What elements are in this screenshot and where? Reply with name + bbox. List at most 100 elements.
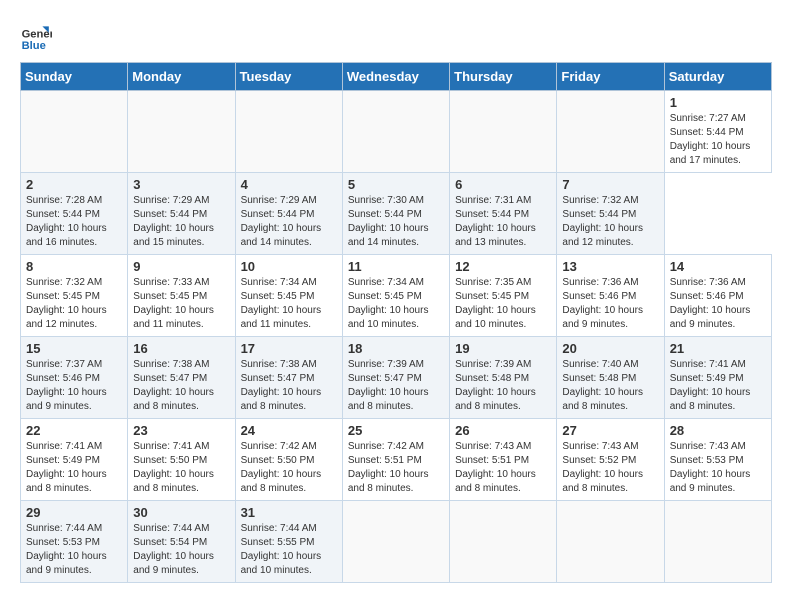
calendar-cell: 11 Sunrise: 7:34 AMSunset: 5:45 PMDayligh… xyxy=(342,255,449,337)
calendar-cell: 30 Sunrise: 7:44 AMSunset: 5:54 PMDayligh… xyxy=(128,501,235,583)
day-header-sunday: Sunday xyxy=(21,63,128,91)
day-number: 25 xyxy=(348,423,444,438)
day-info: Sunrise: 7:44 AMSunset: 5:54 PMDaylight:… xyxy=(133,523,214,576)
day-info: Sunrise: 7:42 AMSunset: 5:51 PMDaylight:… xyxy=(348,441,429,494)
calendar-cell: 1Sunrise: 7:27 AMSunset: 5:44 PMDaylight… xyxy=(664,91,771,173)
day-info: Sunrise: 7:29 AMSunset: 5:44 PMDaylight:… xyxy=(241,195,322,248)
day-number: 12 xyxy=(455,259,551,274)
calendar-cell: 23 Sunrise: 7:41 AMSunset: 5:50 PMDayligh… xyxy=(128,419,235,501)
calendar-cell xyxy=(664,501,771,583)
calendar-cell: 20 Sunrise: 7:40 AMSunset: 5:48 PMDayligh… xyxy=(557,337,664,419)
day-number: 15 xyxy=(26,341,122,356)
calendar-cell: 12 Sunrise: 7:35 AMSunset: 5:45 PMDayligh… xyxy=(450,255,557,337)
day-number: 8 xyxy=(26,259,122,274)
calendar-cell: 28 Sunrise: 7:43 AMSunset: 5:53 PMDayligh… xyxy=(664,419,771,501)
day-info: Sunrise: 7:28 AMSunset: 5:44 PMDaylight:… xyxy=(26,195,107,248)
calendar-cell: 22 Sunrise: 7:41 AMSunset: 5:49 PMDayligh… xyxy=(21,419,128,501)
calendar-cell xyxy=(557,501,664,583)
calendar-cell: 25 Sunrise: 7:42 AMSunset: 5:51 PMDayligh… xyxy=(342,419,449,501)
day-info: Sunrise: 7:36 AMSunset: 5:46 PMDaylight:… xyxy=(670,277,751,330)
calendar-cell: 18 Sunrise: 7:39 AMSunset: 5:47 PMDayligh… xyxy=(342,337,449,419)
day-info: Sunrise: 7:36 AMSunset: 5:46 PMDaylight:… xyxy=(562,277,643,330)
calendar-cell: 16Sunrise: 7:38 AMSunset: 5:47 PMDayligh… xyxy=(128,337,235,419)
day-info: Sunrise: 7:40 AMSunset: 5:48 PMDaylight:… xyxy=(562,359,643,412)
day-header-saturday: Saturday xyxy=(664,63,771,91)
day-number: 31 xyxy=(241,505,337,520)
calendar-cell xyxy=(342,91,449,173)
day-number: 4 xyxy=(241,177,337,192)
day-number: 2 xyxy=(26,177,122,192)
day-info: Sunrise: 7:39 AMSunset: 5:47 PMDaylight:… xyxy=(348,359,429,412)
day-number: 27 xyxy=(562,423,658,438)
logo: General Blue xyxy=(20,20,56,52)
day-info: Sunrise: 7:41 AMSunset: 5:49 PMDaylight:… xyxy=(26,441,107,494)
week-row-3: 8 Sunrise: 7:32 AMSunset: 5:45 PMDaylight… xyxy=(21,255,772,337)
calendar-cell: 24Sunrise: 7:42 AMSunset: 5:50 PMDayligh… xyxy=(235,419,342,501)
day-number: 10 xyxy=(241,259,337,274)
calendar-cell: 21 Sunrise: 7:41 AMSunset: 5:49 PMDayligh… xyxy=(664,337,771,419)
day-info: Sunrise: 7:32 AMSunset: 5:44 PMDaylight:… xyxy=(562,195,643,248)
day-number: 29 xyxy=(26,505,122,520)
day-header-thursday: Thursday xyxy=(450,63,557,91)
calendar-cell: 5Sunrise: 7:30 AMSunset: 5:44 PMDaylight… xyxy=(342,173,449,255)
svg-text:Blue: Blue xyxy=(22,40,46,52)
day-number: 22 xyxy=(26,423,122,438)
day-header-tuesday: Tuesday xyxy=(235,63,342,91)
day-info: Sunrise: 7:29 AMSunset: 5:44 PMDaylight:… xyxy=(133,195,214,248)
week-row-1: 1Sunrise: 7:27 AMSunset: 5:44 PMDaylight… xyxy=(21,91,772,173)
calendar-cell: 6Sunrise: 7:31 AMSunset: 5:44 PMDaylight… xyxy=(450,173,557,255)
calendar-cell xyxy=(21,91,128,173)
calendar-cell: 27 Sunrise: 7:43 AMSunset: 5:52 PMDayligh… xyxy=(557,419,664,501)
day-number: 11 xyxy=(348,259,444,274)
day-info: Sunrise: 7:43 AMSunset: 5:51 PMDaylight:… xyxy=(455,441,536,494)
calendar-cell: 13 Sunrise: 7:36 AMSunset: 5:46 PMDayligh… xyxy=(557,255,664,337)
calendar-cell: 4 Sunrise: 7:29 AMSunset: 5:44 PMDaylight… xyxy=(235,173,342,255)
day-number: 21 xyxy=(670,341,766,356)
day-number: 13 xyxy=(562,259,658,274)
day-info: Sunrise: 7:44 AMSunset: 5:53 PMDaylight:… xyxy=(26,523,107,576)
day-info: Sunrise: 7:27 AMSunset: 5:44 PMDaylight:… xyxy=(670,113,751,166)
day-info: Sunrise: 7:41 AMSunset: 5:50 PMDaylight:… xyxy=(133,441,214,494)
day-header-wednesday: Wednesday xyxy=(342,63,449,91)
calendar-cell xyxy=(557,91,664,173)
day-info: Sunrise: 7:33 AMSunset: 5:45 PMDaylight:… xyxy=(133,277,214,330)
day-info: Sunrise: 7:41 AMSunset: 5:49 PMDaylight:… xyxy=(670,359,751,412)
calendar-cell: 17 Sunrise: 7:38 AMSunset: 5:47 PMDayligh… xyxy=(235,337,342,419)
calendar-cell: 19Sunrise: 7:39 AMSunset: 5:48 PMDayligh… xyxy=(450,337,557,419)
calendar-cell: 9 Sunrise: 7:33 AMSunset: 5:45 PMDaylight… xyxy=(128,255,235,337)
day-number: 28 xyxy=(670,423,766,438)
calendar-table: SundayMondayTuesdayWednesdayThursdayFrid… xyxy=(20,62,772,583)
calendar-cell: 8 Sunrise: 7:32 AMSunset: 5:45 PMDaylight… xyxy=(21,255,128,337)
day-number: 18 xyxy=(348,341,444,356)
day-header-friday: Friday xyxy=(557,63,664,91)
day-number: 16 xyxy=(133,341,229,356)
calendar-cell: 26Sunrise: 7:43 AMSunset: 5:51 PMDayligh… xyxy=(450,419,557,501)
day-info: Sunrise: 7:44 AMSunset: 5:55 PMDaylight:… xyxy=(241,523,322,576)
calendar-cell: 31 Sunrise: 7:44 AMSunset: 5:55 PMDayligh… xyxy=(235,501,342,583)
day-header-monday: Monday xyxy=(128,63,235,91)
calendar-cell: 15 Sunrise: 7:37 AMSunset: 5:46 PMDayligh… xyxy=(21,337,128,419)
day-info: Sunrise: 7:38 AMSunset: 5:47 PMDaylight:… xyxy=(241,359,322,412)
calendar-cell: 10 Sunrise: 7:34 AMSunset: 5:45 PMDayligh… xyxy=(235,255,342,337)
day-info: Sunrise: 7:35 AMSunset: 5:45 PMDaylight:… xyxy=(455,277,536,330)
calendar-cell xyxy=(235,91,342,173)
day-info: Sunrise: 7:43 AMSunset: 5:52 PMDaylight:… xyxy=(562,441,643,494)
calendar-cell xyxy=(342,501,449,583)
day-info: Sunrise: 7:43 AMSunset: 5:53 PMDaylight:… xyxy=(670,441,751,494)
logo-icon: General Blue xyxy=(20,20,52,52)
day-info: Sunrise: 7:34 AMSunset: 5:45 PMDaylight:… xyxy=(241,277,322,330)
calendar-header-row: SundayMondayTuesdayWednesdayThursdayFrid… xyxy=(21,63,772,91)
day-info: Sunrise: 7:31 AMSunset: 5:44 PMDaylight:… xyxy=(455,195,536,248)
day-info: Sunrise: 7:32 AMSunset: 5:45 PMDaylight:… xyxy=(26,277,107,330)
day-info: Sunrise: 7:34 AMSunset: 5:45 PMDaylight:… xyxy=(348,277,429,330)
day-info: Sunrise: 7:37 AMSunset: 5:46 PMDaylight:… xyxy=(26,359,107,412)
day-number: 24 xyxy=(241,423,337,438)
day-number: 20 xyxy=(562,341,658,356)
day-number: 23 xyxy=(133,423,229,438)
day-number: 17 xyxy=(241,341,337,356)
week-row-6: 29 Sunrise: 7:44 AMSunset: 5:53 PMDayligh… xyxy=(21,501,772,583)
day-number: 9 xyxy=(133,259,229,274)
day-number: 7 xyxy=(562,177,658,192)
day-number: 30 xyxy=(133,505,229,520)
calendar-cell: 14Sunrise: 7:36 AMSunset: 5:46 PMDayligh… xyxy=(664,255,771,337)
